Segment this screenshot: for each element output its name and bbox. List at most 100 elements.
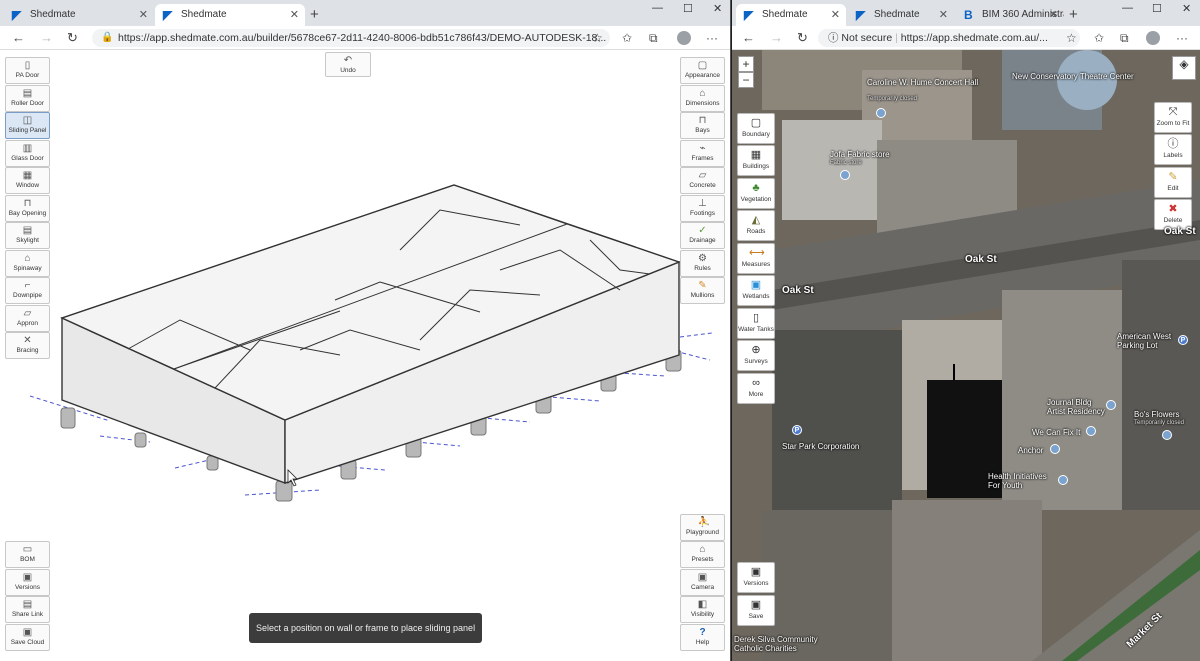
close-tab-icon[interactable]: ✕ <box>290 4 299 26</box>
measures-button[interactable]: ⟷ Measures <box>737 243 775 274</box>
tab-shedmate-1[interactable]: ◤ Shedmate ✕ <box>4 4 154 26</box>
tab-shedmate-active[interactable]: ◤ Shedmate ✕ <box>736 4 846 26</box>
map-label-jofa-type: Fabric store <box>830 160 862 166</box>
share-link-button[interactable]: ▤ Share Link <box>5 596 50 623</box>
parking-pin-icon[interactable]: P <box>1178 335 1188 345</box>
place-pin-icon[interactable] <box>1106 400 1116 410</box>
place-pin-icon[interactable] <box>1050 444 1060 454</box>
dimensions-button[interactable]: ⌂ Dimensions <box>680 85 725 112</box>
forward-icon[interactable]: → <box>770 30 783 46</box>
favorites-icon[interactable]: ✩ <box>622 31 632 45</box>
road-icon: ◭ <box>751 214 761 226</box>
appearance-button[interactable]: ▢ Appearance <box>680 57 725 84</box>
favorite-star-icon[interactable]: ☆ <box>592 31 603 45</box>
wetlands-button[interactable]: ▣ Wetlands <box>737 275 775 306</box>
camera-button[interactable]: ▣ Camera <box>680 569 725 596</box>
versions-button[interactable]: ▣ Versions <box>737 562 775 593</box>
close-window-icon[interactable]: ✕ <box>1182 2 1191 15</box>
layers-button[interactable]: ◈ <box>1172 56 1196 80</box>
buildings-button[interactable]: ▦ Buildings <box>737 145 775 176</box>
concrete-button[interactable]: ▱ Concrete <box>680 167 725 194</box>
profile-avatar[interactable] <box>677 31 691 45</box>
versions-button[interactable]: ▣ Versions <box>5 569 50 596</box>
surveys-button[interactable]: ⊕ Surveys <box>737 340 775 371</box>
pa-door-button[interactable]: ▯ PA Door <box>5 57 50 84</box>
rules-button[interactable]: ⚙ Rules <box>680 250 725 277</box>
satellite-map[interactable]: + − ◈ ▢ Boundary ▦ Buildings ♣ Vegetation ◭… <box>732 50 1200 661</box>
bay-opening-button[interactable]: ⊓ Bay Opening <box>5 195 50 222</box>
boundary-button[interactable]: ▢ Boundary <box>737 113 775 144</box>
refresh-icon[interactable]: ↻ <box>797 30 808 46</box>
shedmate-favicon-icon: ◤ <box>12 8 22 22</box>
shed-3d-model[interactable] <box>0 50 730 661</box>
maximize-icon[interactable]: ☐ <box>1152 2 1162 15</box>
place-pin-icon[interactable] <box>1058 475 1068 485</box>
favorite-star-icon[interactable]: ☆ <box>1066 31 1077 45</box>
parking-pin-icon[interactable]: P <box>792 425 802 435</box>
save-button[interactable]: ▣ Save <box>737 595 775 626</box>
presets-button[interactable]: ⌂ Presets <box>680 541 725 568</box>
url-field[interactable]: ⓘ Not secure | https://app.shedmate.com.… <box>818 29 1080 47</box>
skylight-button[interactable]: ▤ Skylight <box>5 222 50 249</box>
roller-door-button[interactable]: ▤ Roller Door <box>5 85 50 112</box>
bom-button[interactable]: ▭ BOM <box>5 541 50 568</box>
appron-button[interactable]: ▱ Appron <box>5 305 50 332</box>
help-button[interactable]: ? Help <box>680 624 725 651</box>
more-button[interactable]: ∞ More <box>737 373 775 404</box>
store-pin-icon[interactable] <box>840 170 850 180</box>
vegetation-button[interactable]: ♣ Vegetation <box>737 178 775 209</box>
url-field[interactable]: 🔒 https://app.shedmate.com.au/builder/56… <box>92 29 610 47</box>
builder-viewport[interactable]: ↶ Undo ▯ PA Door ▤ Roller Door ◫ Sliding Pa… <box>0 50 730 661</box>
new-tab-icon[interactable]: + <box>1069 4 1078 26</box>
collections-icon[interactable]: ⧉ <box>649 31 658 45</box>
spinaway-button[interactable]: ⌂ Spinaway <box>5 250 50 277</box>
close-tab-icon[interactable]: ✕ <box>939 4 948 26</box>
back-icon[interactable]: ← <box>12 30 25 46</box>
close-tab-icon[interactable]: ✕ <box>1049 4 1058 26</box>
minimize-icon[interactable]: — <box>652 2 663 14</box>
glass-door-button[interactable]: ▥ Glass Door <box>5 140 50 167</box>
more-menu-icon[interactable]: ··· <box>706 31 718 45</box>
roads-button[interactable]: ◭ Roads <box>737 210 775 241</box>
tab-shedmate[interactable]: ◤ Shedmate ✕ <box>848 4 954 26</box>
close-tab-icon[interactable]: ✕ <box>139 4 148 26</box>
forward-icon[interactable]: → <box>40 30 53 46</box>
more-menu-icon[interactable]: ··· <box>1176 31 1188 45</box>
downpipe-button[interactable]: ⌐ Downpipe <box>5 277 50 304</box>
edit-button[interactable]: ✎ Edit <box>1154 167 1192 198</box>
concrete-icon: ▱ <box>698 170 707 181</box>
zoom-to-fit-button[interactable]: ⤧ Zoom to Fit <box>1154 102 1192 133</box>
place-pin-icon[interactable] <box>1162 430 1172 440</box>
zoom-in-button[interactable]: + <box>738 56 754 72</box>
favorites-icon[interactable]: ✩ <box>1094 31 1104 45</box>
zoom-out-button[interactable]: − <box>738 72 754 88</box>
close-window-icon[interactable]: ✕ <box>713 2 722 15</box>
sliding-panel-button[interactable]: ◫ Sliding Panel <box>5 112 50 139</box>
visibility-button[interactable]: ◧ Visibility <box>680 596 725 623</box>
frames-button[interactable]: ⌁ Frames <box>680 140 725 167</box>
place-pin-icon[interactable] <box>1086 426 1096 436</box>
collections-icon[interactable]: ⧉ <box>1120 31 1129 45</box>
profile-avatar[interactable] <box>1146 31 1160 45</box>
mullions-button[interactable]: ✎ Mullions <box>680 277 725 304</box>
maximize-icon[interactable]: ☐ <box>683 2 693 15</box>
tab-shedmate-2[interactable]: ◤ Shedmate ✕ <box>155 4 305 26</box>
close-tab-icon[interactable]: ✕ <box>831 4 840 26</box>
tab-bim360[interactable]: B BIM 360 Administra ✕ <box>956 4 1064 26</box>
save-cloud-button[interactable]: ▣ Save Cloud <box>5 624 50 651</box>
water-tanks-button[interactable]: ▯ Water Tanks <box>737 308 775 339</box>
playground-button[interactable]: ⛹ Playground <box>680 514 725 541</box>
labels-button[interactable]: ⓘ Labels <box>1154 134 1192 165</box>
bays-button[interactable]: ⊓ Bays <box>680 112 725 139</box>
new-tab-icon[interactable]: + <box>310 4 319 26</box>
window-button[interactable]: ▦ Window <box>5 167 50 194</box>
minimize-icon[interactable]: — <box>1122 2 1133 14</box>
undo-button[interactable]: ↶ Undo <box>325 52 371 77</box>
footings-button[interactable]: ⊥ Footings <box>680 195 725 222</box>
refresh-icon[interactable]: ↻ <box>67 30 78 46</box>
back-icon[interactable]: ← <box>742 30 755 46</box>
place-pin-icon[interactable] <box>876 108 886 118</box>
rules-icon: ⚙ <box>698 253 707 264</box>
bracing-button[interactable]: ✕ Bracing <box>5 332 50 359</box>
drainage-button[interactable]: ✓ Drainage <box>680 222 725 249</box>
